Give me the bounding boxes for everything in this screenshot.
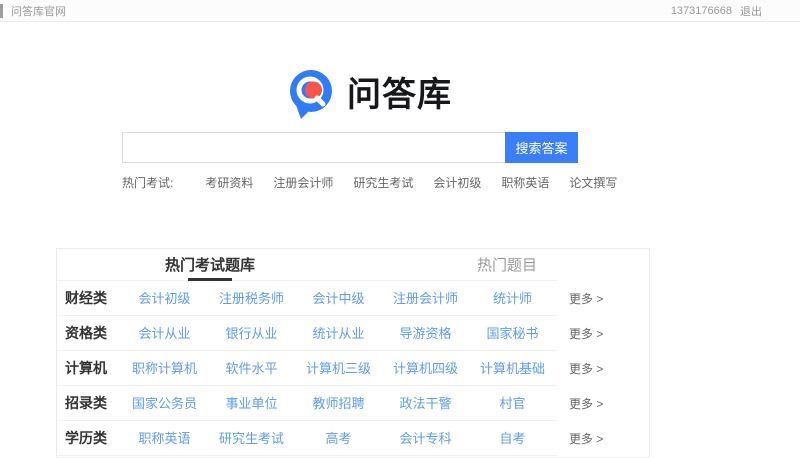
table-row: 招录类 国家公务员 事业单位 教师招聘 政法干警 村官 更多 > — [57, 386, 649, 421]
exam-link[interactable]: 计算机三级 — [306, 361, 371, 376]
topbar-left: 问答库官网 — [0, 0, 66, 21]
hot-exam-link[interactable]: 论文撰写 — [569, 174, 617, 191]
more-link[interactable]: 更多 > — [569, 290, 603, 307]
exam-link[interactable]: 导游资格 — [399, 326, 451, 341]
panel-header: 热门考试题库 热门题目 — [57, 249, 649, 281]
exam-link[interactable]: 会计中级 — [312, 291, 364, 306]
hot-exams-label: 热门考试: — [122, 175, 174, 190]
exam-link[interactable]: 教师招聘 — [312, 396, 364, 411]
table-row: 资格类 会计从业 银行从业 统计从业 导游资格 国家秘书 更多 > — [57, 316, 649, 351]
user-id-text: 1373176668 — [670, 4, 732, 17]
panel-header-spacer — [557, 249, 649, 281]
exam-link[interactable]: 职称英语 — [138, 431, 190, 446]
table-row: 计算机 职称计算机 软件水平 计算机三级 计算机四级 计算机基础 更多 > — [57, 351, 649, 386]
exam-link[interactable]: 计算机四级 — [393, 361, 458, 376]
hot-exam-link[interactable]: 会计初级 — [433, 174, 481, 191]
category-label: 资格类 — [65, 325, 107, 341]
search-input[interactable] — [122, 132, 505, 163]
exam-link[interactable]: 银行从业 — [225, 326, 277, 341]
hot-exams-row: 热门考试: 考研资料 注册会计师 研究生考试 会计初级 职称英语 论文撰写 — [122, 174, 637, 190]
qa-bubble-logo-icon — [290, 70, 332, 119]
hot-exam-link[interactable]: 研究生考试 — [353, 174, 413, 191]
exam-link[interactable]: 注册会计师 — [393, 291, 458, 306]
exam-link[interactable]: 研究生考试 — [219, 431, 284, 446]
search-button[interactable]: 搜索答案 — [505, 132, 578, 163]
more-link[interactable]: 更多 > — [569, 360, 603, 377]
tab-hot-questions[interactable]: 热门题目 — [477, 254, 537, 275]
hot-exam-panel: 热门考试题库 热门题目 财经类 会计初级 注册税务师 会计中级 注册会计师 统计… — [56, 248, 650, 458]
table-row: 财经类 会计初级 注册税务师 会计中级 注册会计师 统计师 更多 > — [57, 281, 649, 316]
hot-exam-link[interactable]: 考研资料 — [205, 174, 253, 191]
table-row: 学历类 职称英语 研究生考试 高考 会计专科 自考 更多 > — [57, 421, 649, 456]
hot-exam-link[interactable]: 注册会计师 — [273, 174, 333, 191]
category-label: 招录类 — [65, 395, 107, 411]
exam-link[interactable]: 国家公务员 — [132, 396, 197, 411]
exam-link[interactable]: 事业单位 — [225, 396, 277, 411]
tab-hot-exam-banks[interactable]: 热门考试题库 — [165, 254, 255, 275]
category-label: 学历类 — [65, 430, 107, 446]
exam-link[interactable]: 自考 — [499, 431, 525, 446]
category-label: 财经类 — [65, 290, 107, 306]
exam-link[interactable]: 会计从业 — [138, 326, 190, 341]
panel-header-main: 热门考试题库 热门题目 — [57, 249, 557, 281]
hot-exam-link[interactable]: 职称英语 — [501, 174, 549, 191]
exam-link[interactable]: 会计初级 — [138, 291, 190, 306]
exam-link[interactable]: 会计专科 — [399, 431, 451, 446]
category-label: 计算机 — [65, 360, 107, 376]
exam-link[interactable]: 注册税务师 — [219, 291, 284, 306]
exam-link[interactable]: 计算机基础 — [480, 361, 545, 376]
more-link[interactable]: 更多 > — [569, 430, 603, 447]
topbar-right: 1373176668 退出 — [671, 3, 800, 19]
page-title: 问答库 — [347, 76, 452, 114]
topbar: 问答库官网 1373176668 退出 — [0, 0, 800, 22]
exam-link[interactable]: 国家秘书 — [486, 326, 538, 341]
exam-link[interactable]: 村官 — [499, 396, 525, 411]
exam-link[interactable]: 软件水平 — [225, 361, 277, 376]
exam-link[interactable]: 政法干警 — [399, 396, 451, 411]
topbar-accent-bar — [0, 3, 3, 18]
more-link[interactable]: 更多 > — [569, 325, 603, 342]
more-link[interactable]: 更多 > — [569, 395, 603, 412]
exam-link[interactable]: 统计从业 — [312, 326, 364, 341]
exam-link[interactable]: 职称计算机 — [132, 361, 197, 376]
site-home-link[interactable]: 问答库官网 — [11, 3, 66, 19]
exam-link[interactable]: 统计师 — [493, 291, 532, 306]
exam-link[interactable]: 高考 — [325, 431, 351, 446]
logo: 问答库 — [287, 68, 452, 122]
logout-link[interactable]: 退出 — [740, 3, 762, 19]
search-bar: 搜索答案 — [122, 132, 578, 163]
